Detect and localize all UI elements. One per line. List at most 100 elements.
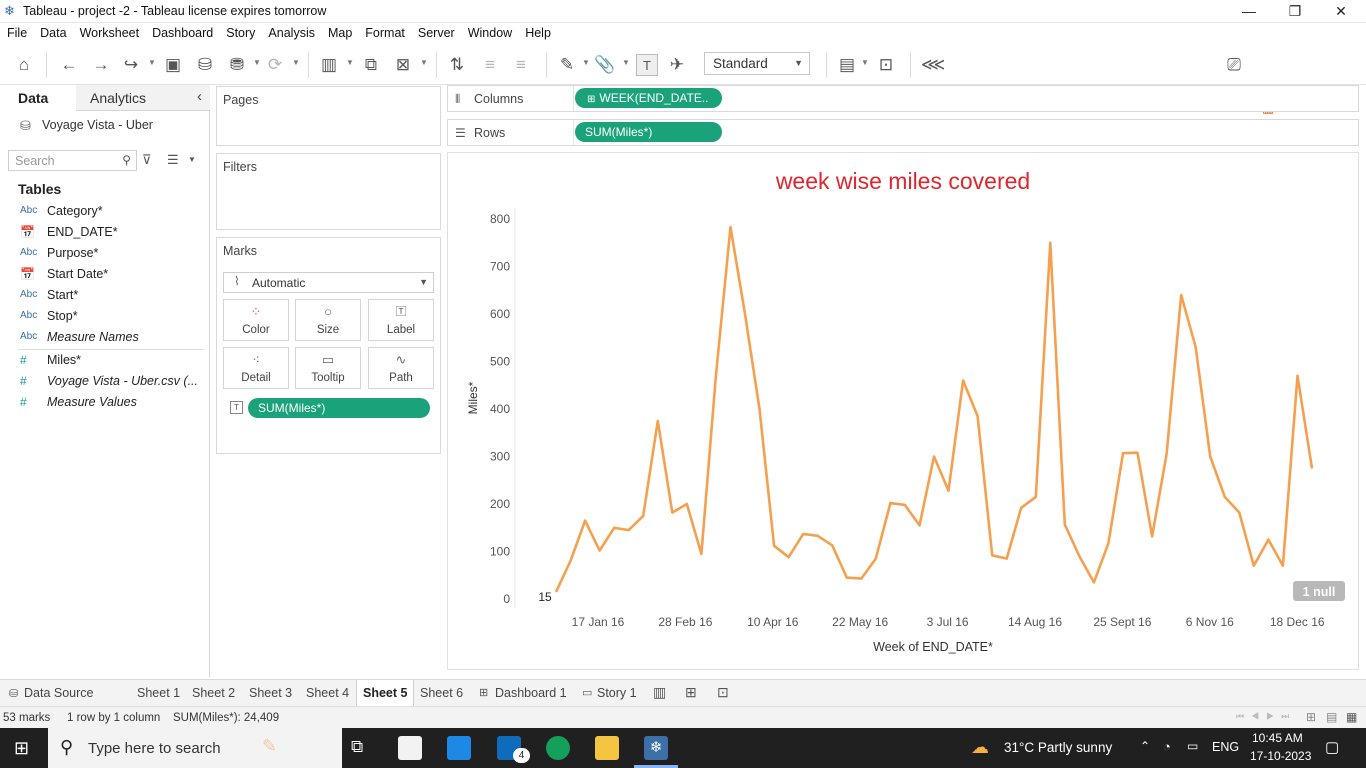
field-miles[interactable]: # Miles* xyxy=(0,350,209,371)
field-record-count[interactable]: # Voyage Vista - Uber.csv (... xyxy=(0,371,209,392)
tab-sheet-4[interactable]: Sheet 4 xyxy=(300,680,355,707)
menu-server[interactable]: Server xyxy=(411,23,461,44)
show-mark-labels-icon[interactable]: T xyxy=(636,54,658,76)
swap-rows-columns-icon[interactable]: ⇅ xyxy=(446,54,468,76)
field-category[interactable]: Abc Category* xyxy=(0,201,209,222)
path-button[interactable]: ∿ Path xyxy=(368,347,434,389)
size-button[interactable]: ○ Size xyxy=(295,299,361,341)
filmstrip-icon[interactable]: ▤ xyxy=(1326,710,1337,724)
collapse-pane-icon[interactable]: ‹ xyxy=(197,88,202,105)
field-start-date[interactable]: 📅 Start Date* xyxy=(0,264,209,285)
sheet-navigation-icon[interactable]: ⏮◀▶⏭ xyxy=(1236,711,1296,722)
tab-sheet-3[interactable]: Sheet 3 xyxy=(243,680,298,707)
minimize-icon[interactable]: — xyxy=(1226,0,1272,23)
fit-dropdown[interactable]: Standard ▼ xyxy=(704,52,810,75)
chevron-down-icon[interactable]: ▼ xyxy=(188,155,196,164)
field-measure-values[interactable]: # Measure Values xyxy=(0,392,209,413)
tab-analytics[interactable]: Analytics ‹ xyxy=(76,85,210,111)
undo-icon[interactable]: ← xyxy=(58,54,80,76)
wifi-icon[interactable]: ◔ xyxy=(1163,739,1171,754)
tableau-taskbar-icon[interactable]: ❄ xyxy=(644,736,668,760)
redo-icon[interactable]: → xyxy=(90,54,112,76)
language-indicator[interactable]: ENG xyxy=(1212,740,1239,754)
menu-story[interactable]: Story xyxy=(219,23,261,44)
label-button[interactable]: 🅃 Label xyxy=(368,299,434,341)
columns-pill[interactable]: ⊞ WEEK(END_DATE.. xyxy=(575,88,722,108)
file-explorer-icon[interactable] xyxy=(595,736,619,760)
clock-date[interactable]: 17-10-2023 xyxy=(1250,749,1311,763)
edge-browser-icon[interactable] xyxy=(546,736,570,760)
tab-dashboard-1[interactable]: Dashboard 1 xyxy=(489,680,573,707)
new-dashboard-tab-icon[interactable]: ⊞ xyxy=(685,684,697,701)
field-measure-names[interactable]: Abc Measure Names xyxy=(0,327,209,348)
clock-time[interactable]: 10:45 AM xyxy=(1252,731,1303,745)
menu-file[interactable]: File xyxy=(0,23,33,44)
field-stop[interactable]: Abc Stop* xyxy=(0,306,209,327)
chevron-up-icon[interactable]: ⌃ xyxy=(1140,739,1150,753)
mark-type-dropdown[interactable]: ⌇ Automatic ▼ xyxy=(223,272,434,293)
sort-descending-icon[interactable]: ≡ xyxy=(510,54,532,76)
line-chart[interactable]: week wise miles covered Miles* Week of E… xyxy=(448,153,1360,671)
filters-card[interactable]: Filters xyxy=(216,153,441,230)
save-icon[interactable]: ▣ xyxy=(162,54,184,76)
view-options-icon[interactable]: ☰ xyxy=(167,152,179,168)
word-app-icon[interactable] xyxy=(447,736,471,760)
battery-icon[interactable]: ▭ xyxy=(1187,739,1198,753)
taskbar-search-input[interactable]: ⚲ Type here to search xyxy=(48,728,342,768)
tab-sheet-5[interactable]: Sheet 5 xyxy=(356,680,415,707)
chevron-down-icon[interactable]: ▼ xyxy=(622,58,630,67)
share-icon[interactable]: ⋘ xyxy=(921,54,945,76)
menu-window[interactable]: Window xyxy=(461,23,518,44)
chevron-down-icon[interactable]: ▼ xyxy=(861,58,869,67)
detail-button[interactable]: ⁖ Detail xyxy=(223,347,289,389)
menu-dashboard[interactable]: Dashboard xyxy=(145,23,219,44)
show-cards-icon[interactable]: ▤ xyxy=(836,54,858,76)
duplicate-sheet-icon[interactable]: ⧉ xyxy=(360,54,382,76)
tab-sheet-2[interactable]: Sheet 2 xyxy=(186,680,241,707)
refresh-icon[interactable]: ⟳ xyxy=(264,54,286,76)
fix-axes-icon[interactable]: ✈ xyxy=(666,54,688,76)
menu-help[interactable]: Help xyxy=(518,23,557,44)
filter-icon[interactable]: ⊽ xyxy=(142,152,152,168)
tab-data[interactable]: Data xyxy=(0,85,76,111)
tab-sheet-6[interactable]: Sheet 6 xyxy=(414,680,469,707)
chevron-down-icon[interactable]: ▼ xyxy=(253,58,261,67)
marks-label-pill[interactable]: SUM(Miles*) xyxy=(248,398,430,418)
pause-updates-icon[interactable]: ⛃ xyxy=(226,54,248,76)
miles-series-line[interactable] xyxy=(554,225,1314,593)
menu-format[interactable]: Format xyxy=(358,23,411,44)
menu-map[interactable]: Map xyxy=(321,23,358,44)
task-view-icon[interactable]: ⧉ xyxy=(351,737,363,757)
datasource-name[interactable]: Voyage Vista - Uber xyxy=(42,118,153,132)
windows-start-icon[interactable]: ⊞ xyxy=(14,738,29,759)
chevron-down-icon[interactable]: ▼ xyxy=(346,58,354,67)
sort-ascending-icon[interactable]: ≡ xyxy=(479,54,501,76)
new-worksheet-tab-icon[interactable]: ▥ xyxy=(653,684,666,701)
group-members-icon[interactable]: 📎 xyxy=(594,54,616,76)
new-worksheet-icon[interactable]: ▥ xyxy=(318,54,340,76)
field-purpose[interactable]: Abc Purpose* xyxy=(0,243,209,264)
rows-pill[interactable]: SUM(Miles*) xyxy=(575,122,722,142)
tabs-view-icon[interactable]: ▦ xyxy=(1346,710,1357,724)
menu-worksheet[interactable]: Worksheet xyxy=(73,23,146,44)
chevron-down-icon[interactable]: ▼ xyxy=(148,58,156,67)
home-icon[interactable]: ⌂ xyxy=(13,54,35,76)
microsoft-store-icon[interactable] xyxy=(398,736,422,760)
new-story-tab-icon[interactable]: ⊡ xyxy=(717,684,729,701)
tab-story-1[interactable]: Story 1 xyxy=(591,680,643,707)
presentation-mode-icon[interactable]: ⊡ xyxy=(875,54,897,76)
weather-text[interactable]: 31°C Partly sunny xyxy=(1004,740,1112,755)
null-indicator[interactable]: 1 null xyxy=(1293,581,1345,601)
chevron-down-icon[interactable]: ▼ xyxy=(420,58,428,67)
pages-card[interactable]: Pages xyxy=(216,86,441,146)
replay-icon[interactable]: ↪ xyxy=(120,54,142,76)
new-datasource-icon[interactable]: ⛁ xyxy=(194,54,216,76)
tooltip-button[interactable]: ▭ Tooltip xyxy=(295,347,361,389)
notifications-icon[interactable]: ▢ xyxy=(1325,738,1339,756)
format-painter-icon[interactable]: ⎚ xyxy=(1223,54,1245,76)
sheet-sorter-icon[interactable]: ⊞ xyxy=(1306,710,1316,724)
tab-sheet-1[interactable]: Sheet 1 xyxy=(131,680,186,707)
tab-data-source[interactable]: Data Source xyxy=(18,680,99,707)
chevron-down-icon[interactable]: ▼ xyxy=(292,58,300,67)
color-button[interactable]: ⁘ Color xyxy=(223,299,289,341)
